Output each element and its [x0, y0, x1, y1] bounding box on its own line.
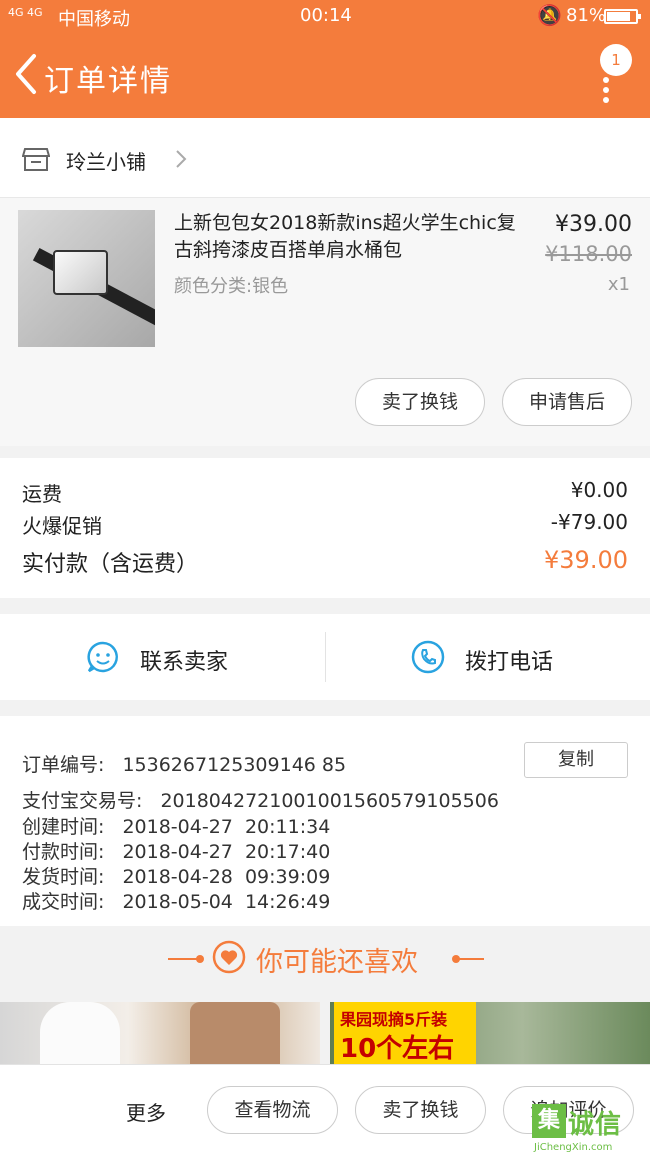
product-price: ¥39.00 [555, 212, 632, 237]
order-number-value: 1536267125309146 85 [122, 754, 347, 776]
carrier-name: 中国移动 [58, 9, 130, 30]
phone-icon [411, 640, 445, 674]
product-original-price: ¥118.00 [545, 242, 632, 266]
watermark-logo: 集 [532, 1104, 566, 1138]
page-title: 订单详情 [44, 64, 172, 99]
recommend-dash-left [168, 958, 198, 960]
paid-value: ¥39.00 [544, 546, 628, 574]
shipped-label: 发货时间: [22, 866, 105, 888]
order-number-label: 订单编号: [22, 754, 105, 776]
chevron-right-icon [176, 150, 187, 168]
status-time: 00:14 [300, 5, 352, 26]
recommend-title: 你可能还喜欢 [256, 947, 418, 978]
app-header: 订单详情 1 [0, 32, 650, 118]
sell-button[interactable]: 卖了换钱 [355, 378, 485, 426]
call-label: 拨打电话 [465, 650, 554, 675]
contact-bar: 联系卖家 拨打电话 [0, 614, 650, 700]
recommend-products: 果园现摘5斤装 10个左右 [0, 1002, 650, 1064]
paid-time-row: 付款时间: 2018-04-27 20:17:40 [22, 837, 330, 864]
store-icon [22, 148, 50, 171]
ad1-figure [40, 1002, 120, 1064]
paid-time-value: 2018-04-27 20:17:40 [122, 841, 331, 863]
recommend-header: 你可能还喜欢 [0, 926, 650, 992]
shipping-value: ¥0.00 [570, 478, 628, 502]
shipping-label: 运费 [22, 482, 62, 506]
product-image[interactable] [18, 210, 155, 347]
shop-name: 玲兰小铺 [66, 150, 146, 174]
order-number-row: 订单编号: 1536267125309146 85 [22, 750, 346, 777]
done-value: 2018-05-04 14:26:49 [122, 891, 331, 913]
view-logistics-button[interactable]: 查看物流 [207, 1086, 338, 1134]
battery-fill [607, 12, 630, 21]
ad1-figure-2 [190, 1002, 280, 1064]
ad2-line1: 果园现摘5斤装 [340, 1010, 448, 1029]
promo-value: -¥79.00 [550, 510, 628, 534]
copy-button[interactable]: 复制 [524, 742, 628, 778]
mute-icon: 🔕 [537, 3, 562, 27]
recommend-product-2[interactable]: 果园现摘5斤装 10个左右 [330, 1002, 650, 1064]
call-button[interactable]: 拨打电话 [325, 614, 650, 700]
created-value: 2018-04-27 20:11:34 [122, 816, 331, 838]
more-button[interactable]: 更多 [126, 1097, 166, 1126]
shipped-row: 发货时间: 2018-04-28 09:39:09 [22, 862, 330, 889]
product-title: 上新包包女2018新款ins超火学生chic复古斜挎漆皮百搭单肩水桶包 [174, 212, 516, 261]
status-bar: 4G 4G 中国移动 00:14 🔕 81% [0, 0, 650, 32]
battery-icon [604, 9, 641, 24]
promo-label: 火爆促销 [22, 514, 102, 538]
chat-bubble-icon [87, 641, 118, 673]
done-label: 成交时间: [22, 891, 105, 913]
signal-indicator: 4G 4G [8, 6, 43, 19]
contact-seller-button[interactable]: 联系卖家 [0, 614, 325, 700]
recommend-dash-right [454, 958, 484, 960]
created-label: 创建时间: [22, 816, 105, 838]
done-row: 成交时间: 2018-05-04 14:26:49 [22, 887, 330, 914]
shipped-value: 2018-04-28 09:39:09 [122, 866, 331, 888]
product-spec: 颜色分类:银色 [174, 276, 289, 297]
product-image-bag [53, 250, 108, 295]
watermark-en: JiChengXin.com [534, 1142, 613, 1153]
order-item[interactable]: 上新包包女2018新款ins超火学生chic复古斜挎漆皮百搭单肩水桶包 颜色分类… [0, 198, 650, 446]
alipay-value: 2018042721001001560579105506 [160, 790, 499, 812]
paid-label: 实付款（含运费） [22, 552, 199, 577]
order-info: 订单编号: 1536267125309146 85 复制 支付宝交易号: 201… [0, 716, 650, 926]
alipay-label: 支付宝交易号: [22, 790, 143, 812]
recommend-dot-left [196, 955, 204, 963]
ad2-line2: 10个左右 [340, 1034, 455, 1064]
notification-badge[interactable]: 1 [600, 44, 632, 76]
back-arrow-icon[interactable] [10, 52, 44, 96]
battery-percent: 81% [566, 5, 607, 26]
after-sale-button[interactable]: 申请售后 [502, 378, 632, 426]
created-row: 创建时间: 2018-04-27 20:11:34 [22, 812, 330, 839]
recommend-product-1[interactable] [0, 1002, 320, 1064]
heart-icon [212, 940, 246, 974]
shop-row[interactable]: 玲兰小铺 [0, 118, 650, 198]
sell-again-button[interactable]: 卖了换钱 [355, 1086, 486, 1134]
site-watermark: 集 诚信 JiChengXin.com [532, 1100, 650, 1155]
paid-time-label: 付款时间: [22, 841, 105, 863]
fee-summary: 运费 ¥0.00 火爆促销 -¥79.00 实付款（含运费） ¥39.00 [0, 458, 650, 598]
product-quantity: x1 [607, 274, 630, 295]
alipay-row: 支付宝交易号: 2018042721001001560579105506 [22, 786, 499, 813]
watermark-cn: 诚信 [568, 1110, 623, 1140]
contact-seller-label: 联系卖家 [140, 650, 229, 675]
